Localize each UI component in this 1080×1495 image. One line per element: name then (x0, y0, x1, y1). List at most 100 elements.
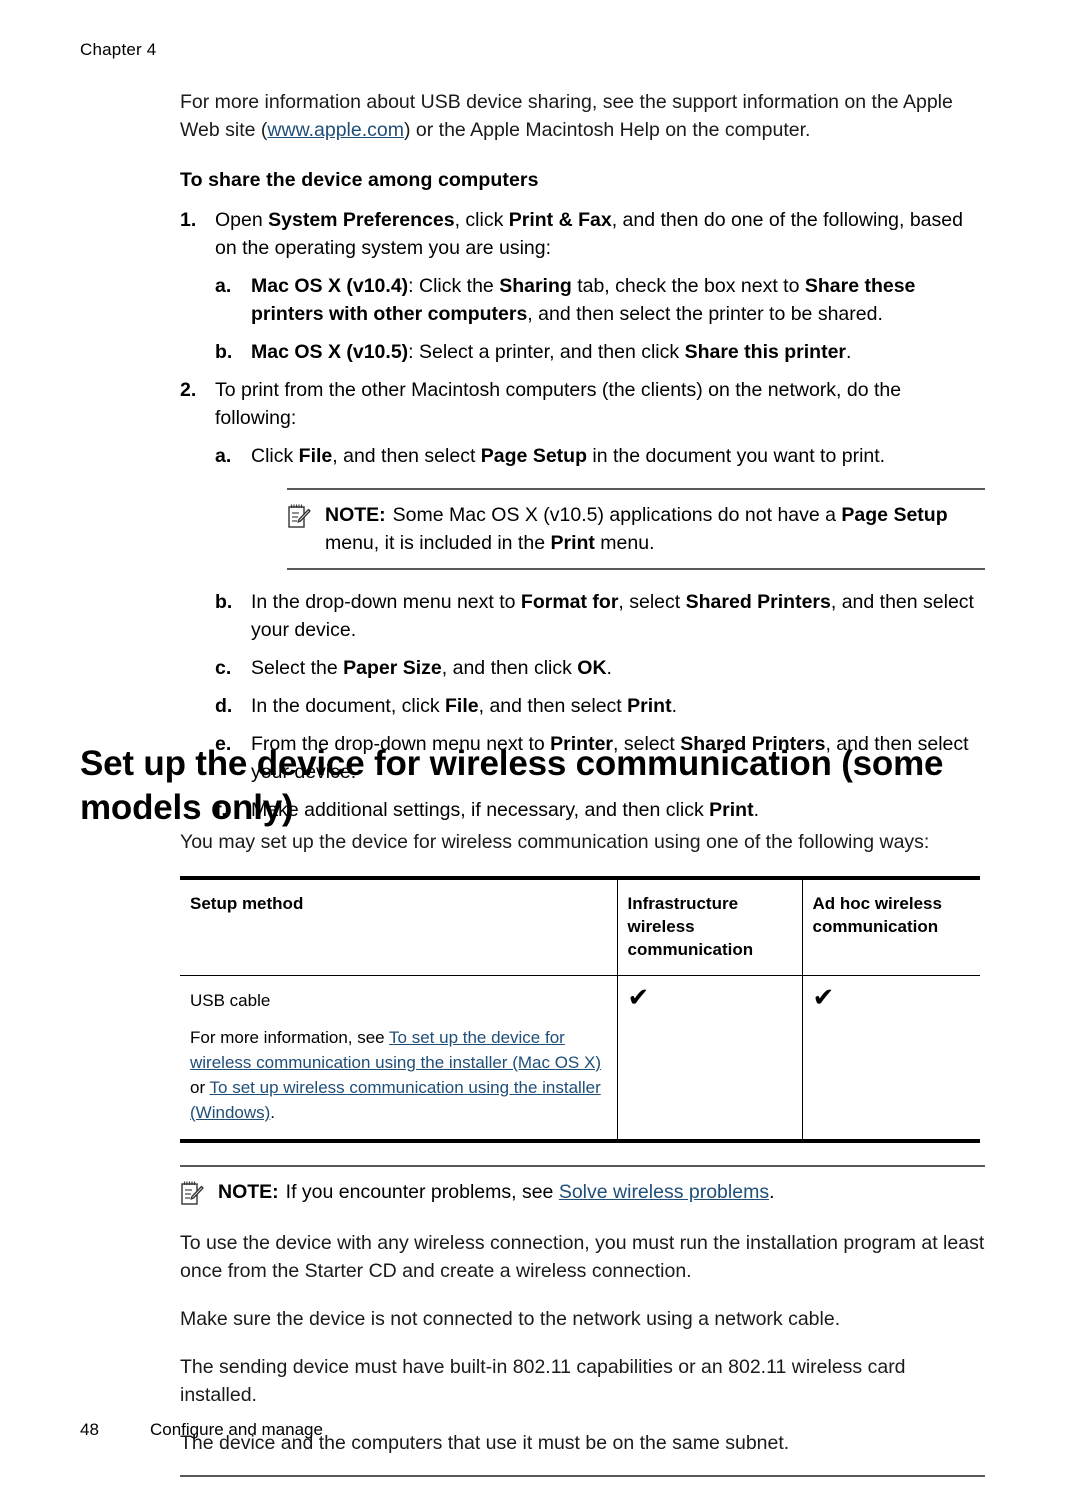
step-2d: d. In the document, click File, and then… (215, 692, 985, 720)
wireless-note: NOTE: If you encounter problems, see Solv… (180, 1165, 985, 1217)
step-1a-part2: tab, check the box next to (571, 275, 805, 297)
intro-text-after: ) or the Apple Macintosh Help on the com… (403, 119, 811, 141)
note-pad-pencil-icon (287, 503, 311, 529)
step-2a-text: Click File, and then select Page Setup i… (251, 445, 885, 467)
step-1-sublist: a. Mac OS X (v10.4): Click the Sharing t… (215, 272, 985, 366)
table-row: USB cable For more information, see To s… (180, 975, 980, 1143)
step-2d-part3: . (671, 695, 677, 717)
wireless-section-content: You may set up the device for wireless c… (180, 828, 985, 1477)
step-1-text: Open System Preferences, click Print & F… (215, 209, 963, 259)
note-label: NOTE: (325, 504, 386, 526)
desc-part1: For more information, see (190, 1028, 390, 1047)
step-1b-part2: . (846, 341, 852, 363)
note-part1: Some Mac OS X (v10.5) applications do no… (392, 504, 842, 526)
footer-section-name: Configure and manage (150, 1420, 323, 1439)
windows-installer-link[interactable]: To set up wireless communication using t… (190, 1078, 601, 1122)
step-1a-part3: , and then select the printer to be shar… (527, 303, 883, 325)
step-1a-text: Mac OS X (v10.4): Click the Sharing tab,… (251, 275, 915, 325)
note-part2: menu, it is included in the (325, 532, 551, 554)
note-part3: menu. (594, 532, 655, 554)
step-2c-marker: c. (215, 657, 232, 679)
step-2b-marker: b. (215, 591, 233, 613)
page-setup-note: NOTE: Some Mac OS X (v10.5) applications … (287, 488, 985, 570)
column-header-setup-method: Setup method (180, 876, 618, 976)
wireless-section-heading: Set up the device for wireless communica… (80, 744, 944, 827)
step-2c-part2: , and then click (441, 657, 578, 679)
step-1a-marker: a. (215, 275, 232, 297)
table-header-row: Setup method Infrastructure wireless com… (180, 876, 980, 976)
intro-paragraph: For more information about USB device sh… (180, 88, 985, 144)
column-header-infrastructure: Infrastructure wireless communication (617, 876, 803, 976)
wireless-note-part2: . (769, 1181, 775, 1203)
section-bottom-rule (180, 1475, 985, 1477)
wireless-paragraph-2: Make sure the device is not connected to… (180, 1308, 841, 1330)
step-2c: c. Select the Paper Size, and then click… (215, 654, 985, 682)
step-2b-part1: In the drop-down menu next to (251, 591, 521, 613)
step-1b-text: Mac OS X (v10.5): Select a printer, and … (251, 341, 851, 363)
share-device-heading: To share the device among computers (180, 169, 539, 191)
column-header-adhoc: Ad hoc wireless communication (802, 876, 980, 976)
step-1a: a. Mac OS X (v10.4): Click the Sharing t… (215, 272, 985, 328)
page-footer: 48 Configure and manage (80, 1420, 323, 1440)
step-2b: b. In the drop-down menu next to Format … (215, 588, 985, 644)
page-content: For more information about USB device sh… (180, 88, 985, 834)
desc-part2: or (190, 1078, 210, 1097)
step-1-part1: Open (215, 209, 269, 231)
step-1a-bold1: Mac OS X (v10.4) (251, 275, 409, 297)
checkmark-icon: ✔ (812, 982, 835, 1012)
wireless-note-part1: If you encounter problems, see (285, 1181, 559, 1203)
solve-wireless-problems-link[interactable]: Solve wireless problems (559, 1181, 769, 1203)
step-1b: b. Mac OS X (v10.5): Select a printer, a… (215, 338, 985, 366)
step-2c-text: Select the Paper Size, and then click OK… (251, 657, 612, 679)
note-bold1: Page Setup (841, 504, 948, 526)
wireless-intro-paragraph: You may set up the device for wireless c… (180, 831, 930, 853)
step-2d-part2: , and then select (478, 695, 628, 717)
wireless-note-body: NOTE: If you encounter problems, see Solv… (180, 1167, 985, 1217)
note-bold2: Print (550, 532, 595, 554)
step-2b-part2: , select (618, 591, 686, 613)
step-1b-marker: b. (215, 341, 233, 363)
chapter-header: Chapter 4 (80, 40, 157, 59)
note-body: NOTE: Some Mac OS X (v10.5) applications … (287, 490, 985, 568)
step-1-marker: 1. (180, 209, 197, 231)
desc-part3: . (270, 1103, 276, 1122)
step-2c-bold2: OK (577, 657, 607, 679)
step-1: 1. Open System Preferences, click Print … (180, 206, 985, 366)
step-2d-bold2: Print (627, 695, 672, 717)
step-1b-bold2: Share this printer (684, 341, 847, 363)
step-1-part2: , click (454, 209, 509, 231)
step-2a-bold2: Page Setup (480, 445, 587, 467)
step-2a-part2: , and then select (332, 445, 481, 467)
step-2b-bold2: Shared Printers (685, 591, 831, 613)
usb-cable-description: For more information, see To set up the … (190, 1025, 607, 1125)
cell-setup-method: USB cable For more information, see To s… (180, 975, 618, 1143)
footer-page-number: 48 (80, 1420, 99, 1439)
wireless-paragraph-3: The sending device must have built-in 80… (180, 1356, 906, 1406)
note-bottom-rule (287, 568, 985, 570)
step-2a: a. Click File, and then select Page Setu… (215, 442, 985, 570)
step-2a-part1: Click (251, 445, 299, 467)
step-1a-bold2: Sharing (499, 275, 572, 297)
apple-website-link[interactable]: www.apple.com (267, 119, 404, 141)
step-1b-part1: : Select a printer, and then click (408, 341, 685, 363)
step-2a-part3: in the document you want to print. (587, 445, 886, 467)
step-2-text: To print from the other Macintosh comput… (215, 379, 902, 429)
step-1-bold1: System Preferences (268, 209, 455, 231)
step-2d-part1: In the document, click (251, 695, 446, 717)
step-2d-marker: d. (215, 695, 233, 717)
setup-method-table: Setup method Infrastructure wireless com… (180, 876, 980, 1143)
note-pad-pencil-icon (180, 1180, 204, 1206)
share-steps-list: 1. Open System Preferences, click Print … (180, 206, 985, 824)
step-2d-bold1: File (445, 695, 479, 717)
step-2b-bold1: Format for (520, 591, 619, 613)
step-1a-part1: : Click the (408, 275, 500, 297)
usb-cable-label: USB cable (190, 991, 271, 1010)
wireless-note-label: NOTE: (218, 1181, 279, 1203)
document-page: Chapter 4 For more information about USB… (0, 0, 1080, 1495)
step-1b-bold1: Mac OS X (v10.5) (251, 341, 409, 363)
step-2c-part3: . (606, 657, 612, 679)
step-2c-bold1: Paper Size (343, 657, 442, 679)
step-2-marker: 2. (180, 379, 197, 401)
step-1-bold2: Print & Fax (508, 209, 612, 231)
step-2b-text: In the drop-down menu next to Format for… (251, 591, 974, 641)
